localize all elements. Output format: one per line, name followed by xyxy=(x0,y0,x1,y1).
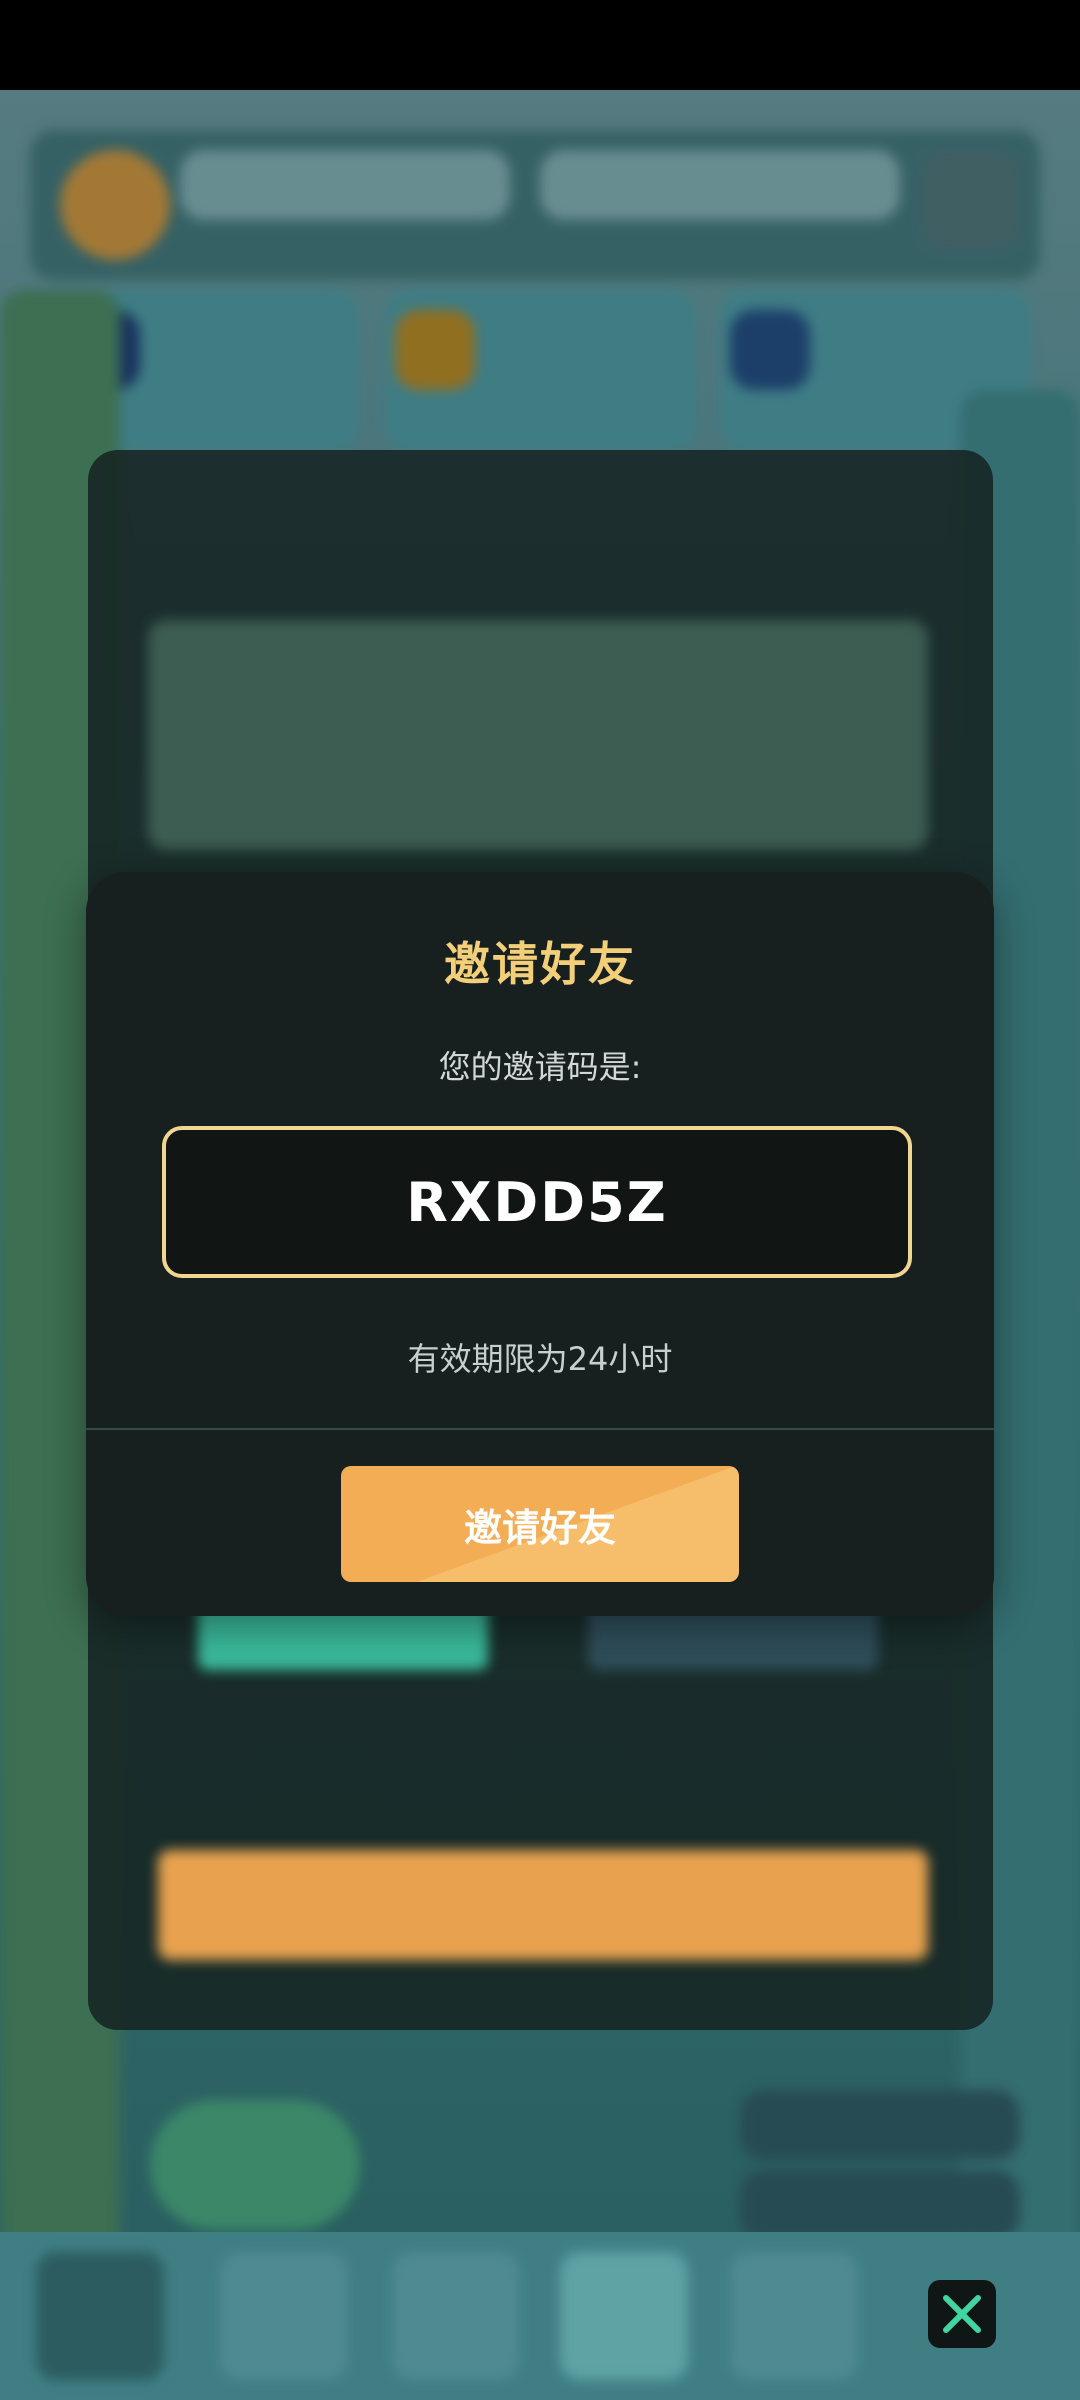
validity-text: 有效期限为24小时 xyxy=(407,1340,673,1378)
bottom-nav xyxy=(0,2232,1080,2400)
invite-code-label: 您的邀请码是: xyxy=(438,1048,642,1086)
modal-divider xyxy=(86,1428,994,1430)
invite-code-value: RXDD5Z xyxy=(406,1170,668,1234)
invite-friends-button[interactable]: 邀请好友 xyxy=(341,1466,739,1582)
invite-friends-modal: 邀请好友 您的邀请码是: RXDD5Z 有效期限为24小时 邀请好友 xyxy=(86,872,994,1616)
invite-code-box[interactable]: RXDD5Z xyxy=(162,1126,912,1278)
close-button[interactable] xyxy=(928,2280,996,2348)
modal-title: 邀请好友 xyxy=(444,937,636,991)
status-bar xyxy=(0,0,1080,90)
close-icon xyxy=(943,2295,981,2333)
invite-friends-button-label: 邀请好友 xyxy=(463,1505,616,1550)
